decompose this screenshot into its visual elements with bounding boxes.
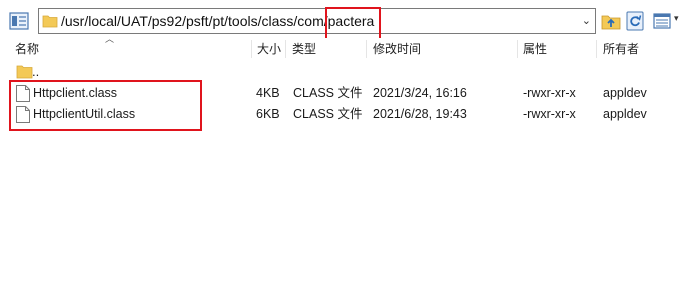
address-bar[interactable]: /usr/local/UAT/ps92/psft/pt/tools/class/… — [38, 8, 596, 34]
parent-folder-label: .. — [32, 64, 40, 79]
column-name[interactable]: 名称 — [15, 38, 39, 60]
file-attributes: -rwxr-xr-x — [523, 86, 576, 100]
file-type: CLASS 文件 — [293, 86, 363, 100]
files-highlight-box — [9, 80, 202, 131]
column-separator[interactable] — [366, 40, 367, 58]
folder-icon — [42, 15, 58, 28]
sort-ascending-icon[interactable]: ︿ — [105, 32, 114, 45]
column-modified[interactable]: 修改时间 — [373, 38, 421, 60]
column-size[interactable]: 大小 — [257, 38, 281, 60]
column-header-row: ︿ 名称 大小 类型 修改时间 属性 所有者 — [0, 34, 684, 60]
list-layout-icon[interactable] — [652, 10, 674, 32]
file-type: CLASS 文件 — [293, 107, 363, 121]
column-attributes[interactable]: 属性 — [523, 38, 547, 60]
file-modified: 2021/6/28, 19:43 — [373, 107, 467, 121]
file-owner: appldev — [603, 86, 647, 100]
column-separator[interactable] — [285, 40, 286, 58]
file-size: 4KB — [256, 86, 280, 100]
layout-dropdown-icon[interactable]: ▾ — [674, 13, 679, 24]
file-attributes: -rwxr-xr-x — [523, 107, 576, 121]
column-separator[interactable] — [596, 40, 597, 58]
list-item-parent[interactable]: .. — [0, 61, 684, 82]
column-type[interactable]: 类型 — [292, 38, 316, 60]
address-path-prefix: /usr/local/UAT/ps92/psft/pt/tools/class/… — [61, 13, 328, 29]
file-modified: 2021/3/24, 16:16 — [373, 86, 467, 100]
view-toggle-icon[interactable] — [8, 10, 30, 32]
parent-folder-icon[interactable] — [600, 10, 622, 32]
column-owner[interactable]: 所有者 — [603, 38, 639, 60]
column-separator[interactable] — [251, 40, 252, 58]
chevron-down-icon[interactable]: ⌄ — [582, 9, 591, 33]
refresh-icon[interactable] — [624, 10, 646, 32]
column-separator[interactable] — [517, 40, 518, 58]
path-highlight-box — [325, 7, 381, 40]
file-size: 6KB — [256, 107, 280, 121]
file-owner: appldev — [603, 107, 647, 121]
